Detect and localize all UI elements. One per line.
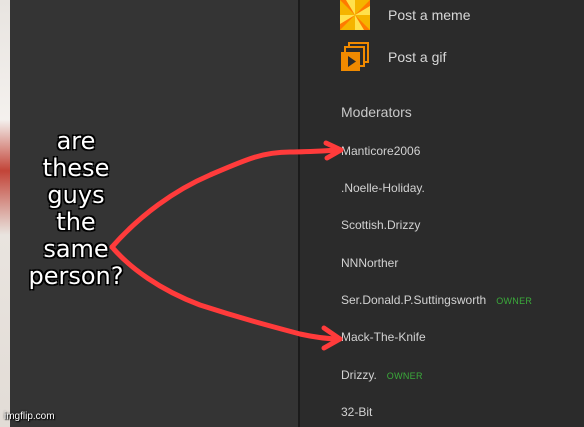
moderator-item[interactable]: .Noelle-Holiday. <box>341 181 425 195</box>
moderator-name[interactable]: Drizzy. <box>341 368 377 382</box>
left-panel: are these guys the same person? imgflip.… <box>0 0 298 427</box>
moderators-heading: Moderators <box>341 104 412 120</box>
meme-screenshot: are these guys the same person? imgflip.… <box>0 0 584 427</box>
caption-line: are <box>56 127 96 155</box>
owner-badge: OWNER <box>386 371 423 381</box>
meme-caption: are these guys the same person? <box>6 128 146 290</box>
caption-line: these <box>42 154 110 182</box>
moderator-name[interactable]: Ser.Donald.P.Suttingsworth <box>341 293 486 307</box>
moderator-name[interactable]: 32-Bit <box>341 405 372 419</box>
post-gif-label: Post a gif <box>388 49 447 65</box>
moderator-name[interactable]: NNNorther <box>341 256 398 270</box>
imgflip-watermark: imgflip.com <box>4 411 55 422</box>
post-meme-label: Post a meme <box>388 7 471 23</box>
meme-icon <box>340 0 370 30</box>
moderator-item[interactable]: Manticore2006 <box>341 144 420 158</box>
moderator-item[interactable]: Drizzy. OWNER <box>341 368 423 382</box>
caption-line: guys <box>47 181 105 209</box>
post-meme-button[interactable]: Post a meme <box>340 0 470 30</box>
moderator-name[interactable]: Mack-The-Knife <box>341 330 426 344</box>
post-gif-button[interactable]: Post a gif <box>340 42 446 72</box>
caption-line: same <box>43 235 109 263</box>
moderator-name[interactable]: .Noelle-Holiday. <box>341 181 425 195</box>
caption-line: the <box>56 208 96 236</box>
moderator-name[interactable]: Manticore2006 <box>341 144 420 158</box>
moderator-item[interactable]: Mack-The-Knife <box>341 330 426 344</box>
moderator-item[interactable]: NNNorther <box>341 256 398 270</box>
owner-badge: OWNER <box>496 296 533 306</box>
moderator-item[interactable]: Scottish.Drizzy <box>341 218 420 232</box>
caption-line: person? <box>28 262 124 290</box>
moderator-item[interactable]: Ser.Donald.P.Suttingsworth OWNER <box>341 293 532 307</box>
gif-icon <box>340 42 370 72</box>
moderator-item[interactable]: 32-Bit <box>341 405 372 419</box>
moderator-name[interactable]: Scottish.Drizzy <box>341 218 420 232</box>
